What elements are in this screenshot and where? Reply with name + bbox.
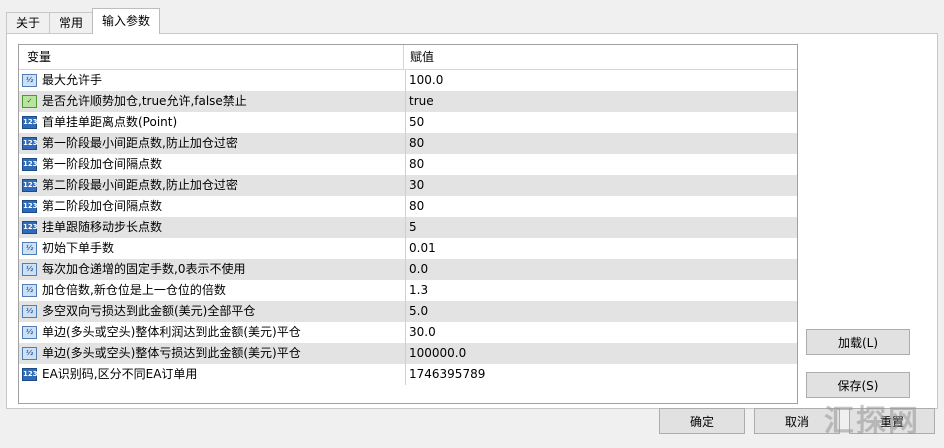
parameter-name-cell[interactable]: 123 首单挂单距离点数(Point) (19, 112, 406, 133)
parameter-row[interactable]: 123 第二阶段最小间距点数,防止加仓过密 30 (19, 175, 797, 196)
parameter-value[interactable]: 80 (406, 133, 424, 154)
parameter-name-cell[interactable]: 123 第一阶段最小间距点数,防止加仓过密 (19, 133, 406, 154)
parameter-name: 加仓倍数,新仓位是上一仓位的倍数 (42, 283, 226, 297)
parameter-value[interactable]: 50 (406, 112, 424, 133)
parameter-row[interactable]: ½ 加仓倍数,新仓位是上一仓位的倍数 1.3 (19, 280, 797, 301)
parameter-name-cell[interactable]: ½ 初始下单手数 (19, 238, 406, 259)
parameter-row[interactable]: ½ 最大允许手 100.0 (19, 70, 797, 91)
parameter-value[interactable]: 30.0 (406, 322, 436, 343)
integer-type-icon: 123 (22, 179, 38, 192)
parameter-name: 每次加仓递增的固定手数,0表示不使用 (42, 262, 246, 276)
grid-header: 变量 赋值 (19, 45, 797, 70)
parameter-name-cell[interactable]: 123 EA识别码,区分不同EA订单用 (19, 364, 406, 385)
parameter-name: 多空双向亏损达到此金额(美元)全部平仓 (42, 304, 256, 318)
parameter-value[interactable]: 0.01 (406, 238, 436, 259)
boolean-type-icon: ✓ (22, 95, 37, 108)
parameter-name-cell[interactable]: ✓ 是否允许顺势加仓,true允许,false禁止 (19, 91, 406, 112)
double-type-icon: ½ (22, 347, 37, 360)
parameter-row[interactable]: 123 第二阶段加仓间隔点数 80 (19, 196, 797, 217)
column-header-variable[interactable]: 变量 (19, 45, 404, 69)
parameter-row[interactable]: 123 EA识别码,区分不同EA订单用 1746395789 (19, 364, 797, 385)
parameter-row[interactable]: 123 首单挂单距离点数(Point) 50 (19, 112, 797, 133)
double-type-icon: ½ (22, 74, 37, 87)
parameter-name: EA识别码,区分不同EA订单用 (42, 367, 198, 381)
parameters-grid: 变量 赋值 ½ 最大允许手 100.0 ✓ 是否允许顺势加仓,true允许,false禁… (18, 44, 798, 404)
double-type-icon: ½ (22, 305, 37, 318)
parameter-name-cell[interactable]: ½ 每次加仓递增的固定手数,0表示不使用 (19, 259, 406, 280)
parameter-value[interactable]: 80 (406, 154, 424, 175)
column-header-value[interactable]: 赋值 (404, 45, 434, 69)
parameter-name: 首单挂单距离点数(Point) (42, 115, 178, 129)
parameter-row[interactable]: 123 第一阶段加仓间隔点数 80 (19, 154, 797, 175)
integer-type-icon: 123 (22, 137, 38, 150)
double-type-icon: ½ (22, 263, 37, 276)
integer-type-icon: 123 (22, 221, 38, 234)
parameter-name: 是否允许顺势加仓,true允许,false禁止 (42, 94, 247, 108)
tab-about[interactable]: 关于 (6, 12, 51, 34)
parameter-name: 单边(多头或空头)整体亏损达到此金额(美元)平仓 (42, 346, 301, 360)
parameter-name-cell[interactable]: 123 挂单跟随移动步长点数 (19, 217, 406, 238)
parameter-name: 第二阶段加仓间隔点数 (42, 199, 163, 213)
parameter-name: 单边(多头或空头)整体利润达到此金额(美元)平仓 (42, 325, 301, 339)
parameter-name: 初始下单手数 (42, 241, 115, 255)
parameter-name: 第一阶段最小间距点数,防止加仓过密 (42, 136, 238, 150)
double-type-icon: ½ (22, 326, 37, 339)
parameter-name: 第一阶段加仓间隔点数 (42, 157, 163, 171)
parameter-value[interactable]: 1746395789 (406, 364, 485, 385)
double-type-icon: ½ (22, 242, 37, 255)
integer-type-icon: 123 (22, 116, 38, 129)
parameter-name-cell[interactable]: ½ 加仓倍数,新仓位是上一仓位的倍数 (19, 280, 406, 301)
parameter-row[interactable]: ½ 单边(多头或空头)整体亏损达到此金额(美元)平仓 100000.0 (19, 343, 797, 364)
parameter-value[interactable]: 80 (406, 196, 424, 217)
parameter-name-cell[interactable]: ½ 最大允许手 (19, 70, 406, 91)
parameter-name: 最大允许手 (42, 73, 103, 87)
parameter-name-cell[interactable]: ½ 单边(多头或空头)整体利润达到此金额(美元)平仓 (19, 322, 406, 343)
double-type-icon: ½ (22, 284, 37, 297)
tab-strip: 关于 常用 输入参数 (6, 8, 161, 34)
parameter-row[interactable]: ½ 初始下单手数 0.01 (19, 238, 797, 259)
parameter-name-cell[interactable]: 123 第二阶段加仓间隔点数 (19, 196, 406, 217)
integer-type-icon: 123 (22, 158, 38, 171)
parameter-row[interactable]: ½ 每次加仓递增的固定手数,0表示不使用 0.0 (19, 259, 797, 280)
parameter-rows: ½ 最大允许手 100.0 ✓ 是否允许顺势加仓,true允许,false禁止 true 1… (19, 70, 797, 385)
parameter-name-cell[interactable]: 123 第二阶段最小间距点数,防止加仓过密 (19, 175, 406, 196)
parameter-name: 第二阶段最小间距点数,防止加仓过密 (42, 178, 238, 192)
parameter-row[interactable]: 123 第一阶段最小间距点数,防止加仓过密 80 (19, 133, 797, 154)
save-button[interactable]: 保存(S) (806, 372, 910, 398)
watermark-logo: 汇探网 (824, 404, 920, 439)
parameter-value[interactable]: true (406, 91, 434, 112)
tab-common[interactable]: 常用 (49, 12, 94, 34)
parameter-name-cell[interactable]: ½ 多空双向亏损达到此金额(美元)全部平仓 (19, 301, 406, 322)
parameter-value[interactable]: 100000.0 (406, 343, 466, 364)
parameter-value[interactable]: 100.0 (406, 70, 443, 91)
parameter-name-cell[interactable]: ½ 单边(多头或空头)整体亏损达到此金额(美元)平仓 (19, 343, 406, 364)
parameter-value[interactable]: 1.3 (406, 280, 428, 301)
integer-type-icon: 123 (22, 200, 38, 213)
parameter-value[interactable]: 30 (406, 175, 424, 196)
ok-button[interactable]: 确定 (659, 408, 745, 434)
parameter-name: 挂单跟随移动步长点数 (42, 220, 163, 234)
parameter-value[interactable]: 5 (406, 217, 417, 238)
parameter-name-cell[interactable]: 123 第一阶段加仓间隔点数 (19, 154, 406, 175)
parameter-row[interactable]: 123 挂单跟随移动步长点数 5 (19, 217, 797, 238)
parameter-row[interactable]: ½ 多空双向亏损达到此金额(美元)全部平仓 5.0 (19, 301, 797, 322)
integer-type-icon: 123 (22, 368, 38, 381)
tab-input-parameters[interactable]: 输入参数 (92, 8, 161, 34)
load-button[interactable]: 加载(L) (806, 329, 910, 355)
parameter-row[interactable]: ½ 单边(多头或空头)整体利润达到此金额(美元)平仓 30.0 (19, 322, 797, 343)
parameter-value[interactable]: 0.0 (406, 259, 428, 280)
parameter-row[interactable]: ✓ 是否允许顺势加仓,true允许,false禁止 true (19, 91, 797, 112)
parameter-value[interactable]: 5.0 (406, 301, 428, 322)
